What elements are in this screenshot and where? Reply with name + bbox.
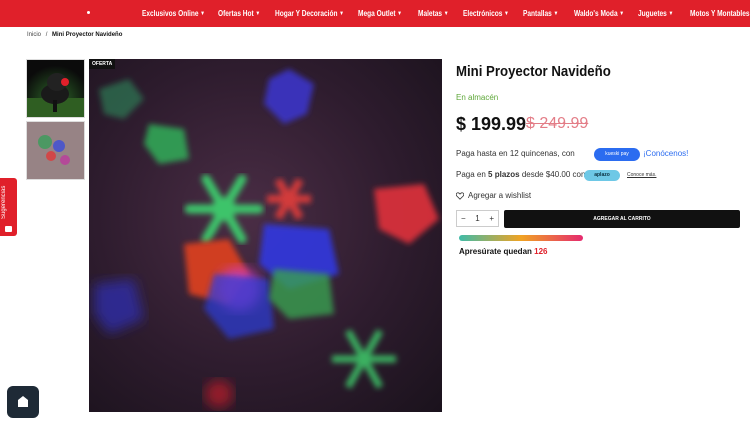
nav-item-mega-outlet[interactable]: Mega Outlet ▼ (358, 0, 402, 27)
kueski-text: Paga hasta en 12 quincenas, con (456, 149, 575, 158)
nav-item-maletas[interactable]: Maletas ▼ (418, 0, 449, 27)
breadcrumb-current: Mini Proyector Navideño (52, 32, 123, 38)
chevron-down-icon: ▼ (255, 10, 261, 17)
home-icon (18, 396, 28, 407)
quantity-minus-button[interactable]: − (461, 214, 466, 223)
aplazo-link[interactable]: Conoce más. (627, 172, 656, 178)
chevron-down-icon: ▼ (553, 10, 559, 17)
breadcrumb-separator: / (45, 32, 48, 38)
nav-item-electronicos[interactable]: Electrónicos ▼ (463, 0, 509, 27)
old-price: $ 249.99 (526, 115, 589, 132)
chevron-down-icon: ▼ (443, 10, 449, 17)
quantity-stepper: − 1 + (456, 210, 499, 227)
chevron-down-icon: ▼ (504, 10, 509, 17)
nav-item-label: Ofertas Hot (218, 9, 254, 18)
add-to-cart-button[interactable]: AGREGAR AL CARRITO (504, 210, 740, 228)
stock-progress-fill (459, 235, 583, 241)
current-price: $ 199.99 (456, 114, 527, 134)
aplazo-text-post: desde $40.00 con (519, 170, 586, 179)
nav-dot-icon (87, 11, 90, 14)
nav-item-label: Waldo's Moda (574, 9, 618, 18)
nav-item-label: Maletas (418, 9, 443, 18)
aplazo-text-pre: Paga en (456, 170, 489, 179)
nav-item-ofertas-hot[interactable]: Ofertas Hot ▼ (218, 0, 260, 27)
top-nav: Exclusivos Online ▼ Ofertas Hot ▼ Hogar Y … (0, 0, 750, 27)
projection-artwork (94, 69, 439, 408)
chat-button[interactable] (7, 386, 39, 418)
nav-item-label: Electrónicos (463, 9, 503, 18)
aplazo-pill[interactable]: aplazo (584, 170, 620, 181)
stock-progress-bar (459, 235, 583, 241)
nav-item-label: Hogar Y Decoración (275, 9, 338, 18)
nav-item-pantallas[interactable]: Pantallas ▼ (523, 0, 558, 27)
nav-item-label: Mega Outlet (358, 9, 396, 18)
hurry-message: Apresúrate quedan 126 (459, 247, 548, 256)
stock-status: En almacén (456, 93, 499, 102)
nav-item-juguetes[interactable]: Juguetes ▼ (638, 0, 673, 27)
nav-item-hogar-decoracion[interactable]: Hogar Y Decoración ▼ (275, 0, 344, 27)
heart-icon (456, 191, 464, 200)
aplazo-text-bold: 5 plazos (488, 170, 520, 179)
snowflake-icon (264, 69, 314, 124)
kueski-pill[interactable]: kueski pay (594, 148, 640, 161)
nav-item-label: Motos Y Montables (690, 9, 750, 18)
nav-item-label: Pantallas (523, 9, 552, 18)
chevron-down-icon: ▼ (339, 10, 344, 17)
chevron-down-icon: ▼ (200, 10, 206, 17)
wishlist-label: Agregar a wishlist (468, 191, 532, 200)
hurry-text: Apresúrate quedan (459, 247, 532, 256)
chevron-down-icon: ▼ (619, 10, 625, 17)
breadcrumb: Inicio / Mini Proyector Navideño (27, 32, 122, 38)
kueski-link[interactable]: ¡Conócenos! (643, 149, 688, 158)
thumbnail-2[interactable] (26, 121, 85, 180)
suggestions-tab-label: Sugerencias (1, 185, 7, 219)
nav-item-label: Juguetes (638, 9, 667, 18)
aplazo-text: Paga en 5 plazos desde $40.00 con (456, 170, 585, 179)
hurry-quantity: 126 (534, 247, 548, 256)
wishlist-button[interactable]: Agregar a wishlist (456, 191, 531, 200)
main-product-image[interactable]: OFERTA (89, 59, 442, 412)
mail-icon (5, 226, 12, 232)
chevron-down-icon: ▼ (397, 10, 403, 17)
suggestions-tab[interactable]: Sugerencias (0, 178, 17, 236)
product-title: Mini Proyector Navideño (456, 63, 611, 80)
chevron-down-icon: ▼ (668, 10, 674, 17)
projector-image (27, 73, 84, 117)
nav-item-exclusivos-online[interactable]: Exclusivos Online ▼ (142, 0, 205, 27)
snowflake-icon (184, 174, 264, 244)
nav-item-label: Exclusivos Online (142, 9, 199, 18)
quantity-value[interactable]: 1 (475, 214, 479, 223)
nav-item-motos-montables[interactable]: Motos Y Montables▼ (690, 0, 750, 27)
nav-item-waldos-moda[interactable]: Waldo's Moda ▼ (574, 0, 624, 27)
sale-badge: OFERTA (89, 59, 116, 69)
breadcrumb-home-link[interactable]: Inicio (27, 32, 41, 38)
thumbnail-1[interactable] (26, 59, 85, 118)
quantity-plus-button[interactable]: + (489, 214, 494, 223)
projection-preview-image (27, 122, 84, 179)
